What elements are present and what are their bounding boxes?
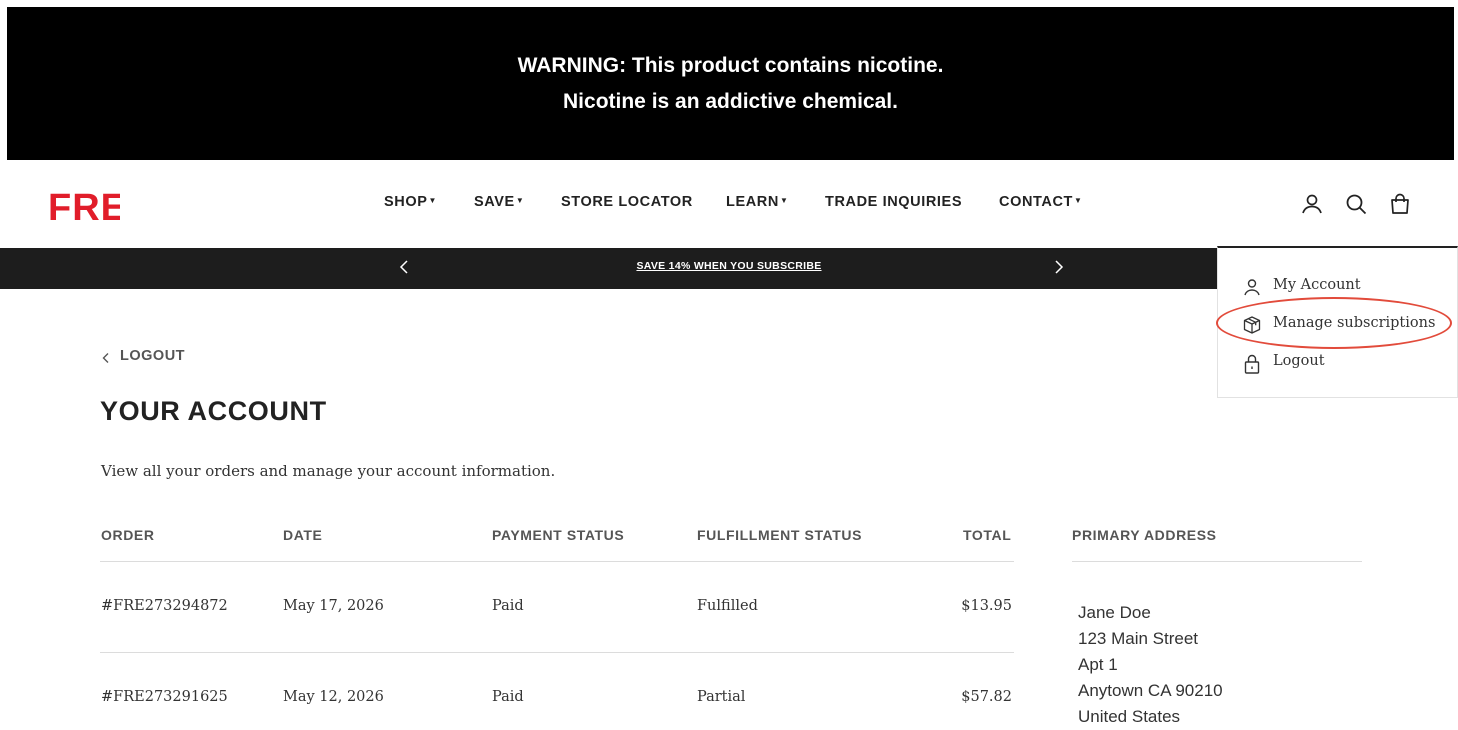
nav-store-locator[interactable]: STORE LOCATOR xyxy=(561,194,693,210)
divider xyxy=(100,652,1014,653)
col-payment-status: PAYMENT STATUS xyxy=(492,527,625,543)
warning-line-2: Nicotine is an addictive chemical. xyxy=(563,90,898,113)
nicotine-warning-banner: WARNING: This product contains nicotine.… xyxy=(7,7,1454,160)
primary-address-heading: PRIMARY ADDRESS xyxy=(1072,527,1217,543)
order-date: May 12, 2026 xyxy=(283,689,384,705)
address-unit: Apt 1 xyxy=(1078,655,1118,674)
payment-status: Paid xyxy=(492,598,524,614)
chevron-down-icon: ▼ xyxy=(779,196,789,205)
page-title: YOUR ACCOUNT xyxy=(100,396,327,426)
payment-status: Paid xyxy=(492,689,524,705)
col-order: ORDER xyxy=(101,527,155,543)
primary-address: Jane Doe 123 Main Street Apt 1 Anytown C… xyxy=(1078,600,1223,730)
address-name: Jane Doe xyxy=(1078,603,1151,622)
order-date: May 17, 2026 xyxy=(283,598,384,614)
menu-label-my-account: My Account xyxy=(1273,277,1361,293)
user-icon xyxy=(1244,279,1260,296)
highlight-annotation xyxy=(1216,297,1452,349)
nav-learn-label: LEARN xyxy=(726,194,779,210)
chevron-down-icon: ▼ xyxy=(515,196,525,205)
fulfillment-status: Fulfilled xyxy=(697,598,758,614)
nav-contact-label: CONTACT xyxy=(999,194,1074,210)
nav-save[interactable]: SAVE▼ xyxy=(474,194,524,210)
site-header: FRE SHOP▼ SAVE▼ STORE LOCATOR LEARN▼ TRA… xyxy=(0,160,1458,248)
chevron-down-icon: ▼ xyxy=(1074,196,1083,205)
warning-line-1: WARNING: This product contains nicotine. xyxy=(517,54,944,77)
nav-shop-label: SHOP xyxy=(384,194,428,210)
back-logout-label: LOGOUT xyxy=(120,348,186,364)
fulfillment-status: Partial xyxy=(697,689,746,705)
search-icon[interactable] xyxy=(1343,191,1369,217)
nav-learn[interactable]: LEARN▼ xyxy=(726,194,788,210)
col-date: DATE xyxy=(283,527,323,543)
user-icon[interactable] xyxy=(1299,191,1325,217)
nav-trade-inquiries[interactable]: TRADE INQUIRIES xyxy=(825,194,962,210)
nav-contact[interactable]: CONTACT▼ xyxy=(999,194,1083,210)
menu-item-logout[interactable]: Logout xyxy=(1242,351,1452,375)
page: WARNING: This product contains nicotine.… xyxy=(0,0,1458,730)
col-fulfillment-status: FULFILLMENT STATUS xyxy=(697,527,863,543)
order-number-link[interactable]: #FRE273294872 xyxy=(101,598,228,614)
chevron-left-icon xyxy=(102,353,109,363)
divider xyxy=(1072,561,1362,562)
col-total: TOTAL xyxy=(963,527,1012,543)
order-total: $57.82 xyxy=(961,689,1012,705)
chevron-right-icon[interactable] xyxy=(1048,257,1068,277)
divider xyxy=(100,561,1014,562)
nav-shop[interactable]: SHOP▼ xyxy=(384,194,437,210)
page-edge xyxy=(1454,0,1458,248)
address-street: 123 Main Street xyxy=(1078,629,1199,648)
menu-item-my-account[interactable]: My Account xyxy=(1242,275,1452,299)
bag-icon[interactable] xyxy=(1387,191,1413,217)
lock-icon xyxy=(1244,354,1260,374)
chevron-down-icon: ▼ xyxy=(428,196,438,205)
nav-save-label: SAVE xyxy=(474,194,515,210)
page-subtitle: View all your orders and manage your acc… xyxy=(101,462,556,480)
order-number-link[interactable]: #FRE273291625 xyxy=(101,689,228,705)
main-nav: SHOP▼ SAVE▼ STORE LOCATOR LEARN▼ TRADE I… xyxy=(0,194,1458,214)
address-country: United States xyxy=(1078,707,1181,726)
address-city-line: Anytown CA 90210 xyxy=(1078,681,1223,700)
order-total: $13.95 xyxy=(961,598,1012,614)
back-logout-link[interactable]: LOGOUT xyxy=(101,348,185,364)
menu-label-logout: Logout xyxy=(1273,353,1325,369)
